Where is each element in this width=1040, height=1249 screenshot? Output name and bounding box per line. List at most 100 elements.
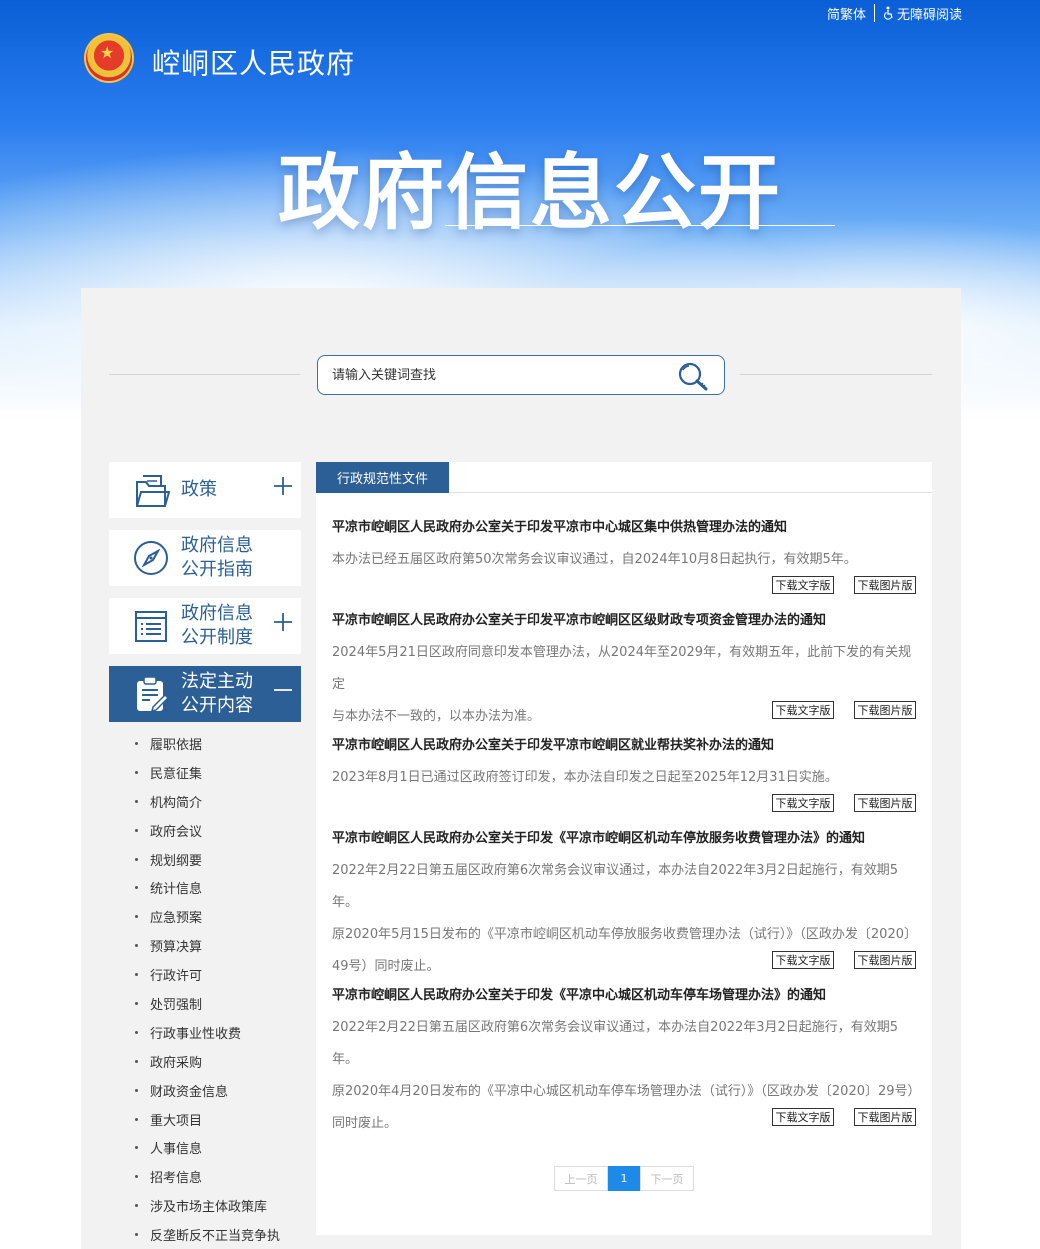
collapse-minus-icon[interactable] xyxy=(273,680,293,700)
sidebar-sub-item-label: 规划纲要 xyxy=(150,853,203,869)
sidebar-sub-item[interactable]: 重大项目 xyxy=(109,1105,301,1134)
download-text-button[interactable]: 下载文字版 xyxy=(772,701,834,719)
sidebar-item-label: 政府信息 公开制度 xyxy=(181,602,253,650)
sidebar-item-label-line: 政府信息 xyxy=(181,535,253,556)
download-text-button[interactable]: 下载文字版 xyxy=(772,951,834,969)
article-item: 平凉市崆峒区人民政府办公室关于印发《平凉中心城区机动车停车场管理办法》的通知 20… xyxy=(332,986,921,1140)
search-bar xyxy=(317,355,725,395)
search-divider-left xyxy=(109,374,300,375)
sidebar-sub-item[interactable]: 招考信息 xyxy=(109,1162,301,1191)
article-title-link[interactable]: 平凉市崆峒区人民政府办公室关于印发平凉市崆峒区就业帮扶奖补办法的通知 xyxy=(332,736,916,756)
sidebar-item-label-line: 法定主动 xyxy=(181,671,253,692)
sidebar-item-label-line: 公开制度 xyxy=(181,627,253,648)
sidebar-sub-item[interactable]: 行政事业性收费 xyxy=(109,1018,301,1047)
sidebar-sub-item-label: 履职依据 xyxy=(150,737,203,753)
download-text-button[interactable]: 下载文字版 xyxy=(772,1108,834,1126)
sidebar-item-statutory-content[interactable]: 法定主动 公开内容 xyxy=(109,666,301,722)
sidebar-sub-item[interactable]: 政府采购 xyxy=(109,1047,301,1076)
language-toggle-link[interactable]: 简繁体 xyxy=(827,4,866,23)
sidebar-sub-item-label: 涉及市场主体政策库 xyxy=(150,1200,268,1216)
download-image-button[interactable]: 下载图片版 xyxy=(854,701,916,719)
download-text-button[interactable]: 下载文字版 xyxy=(772,794,834,812)
download-image-button[interactable]: 下载图片版 xyxy=(854,1108,916,1126)
sidebar-sub-item[interactable]: 财政资金信息 xyxy=(109,1076,301,1105)
sidebar-item-label: 政策 xyxy=(181,479,217,500)
sidebar-sub-item-label: 政府采购 xyxy=(150,1055,203,1071)
download-image-button[interactable]: 下载图片版 xyxy=(854,794,916,812)
sidebar-sub-item[interactable]: 处罚强制 xyxy=(109,989,301,1018)
sidebar-sub-item[interactable]: 行政许可 xyxy=(109,960,301,989)
sidebar-sub-item[interactable]: 反垄断反不正当竞争执 xyxy=(109,1220,301,1249)
sidebar-item-system[interactable]: 政府信息 公开制度 xyxy=(109,598,301,654)
accessibility-link[interactable]: 无障碍阅读 xyxy=(883,4,962,23)
folder-document-icon xyxy=(136,475,171,507)
prev-page-button[interactable]: 上一页 xyxy=(554,1166,608,1191)
sidebar-sub-item[interactable]: 应急预案 xyxy=(109,902,301,931)
bullet-dot xyxy=(135,1001,138,1005)
sidebar-sub-item[interactable]: 统计信息 xyxy=(109,873,301,902)
article-description-line: 2023年8月1日已通过区政府签订印发，本办法自印发之日起至2025年12月31… xyxy=(332,770,838,785)
sidebar-sub-item[interactable]: 政府会议 xyxy=(109,816,301,845)
bullet-dot xyxy=(135,857,138,861)
search-input[interactable] xyxy=(332,367,652,383)
sidebar-sub-item-label: 预算决算 xyxy=(150,940,203,956)
article-description-line: 本办法已经五届区政府第50次常务会议审议通过，自2024年10月8日起执行，有效… xyxy=(332,552,857,567)
sidebar-item-policy[interactable]: 政策 xyxy=(109,462,301,518)
sidebar-sub-item[interactable]: 涉及市场主体政策库 xyxy=(109,1191,301,1220)
sidebar-sub-item-label: 重大项目 xyxy=(150,1113,203,1129)
sidebar-sub-item[interactable]: 民意征集 xyxy=(109,758,301,787)
download-buttons: 下载文字版 下载图片版 xyxy=(772,951,916,969)
national-emblem-icon: ★ xyxy=(84,33,134,83)
expand-plus-icon[interactable] xyxy=(273,476,293,496)
tab-normative-documents[interactable]: 行政规范性文件 xyxy=(316,462,449,493)
bullet-dot xyxy=(135,886,138,890)
sidebar-sub-list: 履职依据民意征集机构简介政府会议规划纲要统计信息应急预案预算决算行政许可处罚强制… xyxy=(109,729,301,1249)
bullet-dot xyxy=(135,1117,138,1121)
article-item: 平凉市崆峒区人民政府办公室关于印发平凉市中心城区集中供热管理办法的通知本办法已经… xyxy=(332,518,916,594)
article-title-link[interactable]: 平凉市崆峒区人民政府办公室关于印发平凉市中心城区集中供热管理办法的通知 xyxy=(332,518,916,538)
next-page-button[interactable]: 下一页 xyxy=(640,1166,694,1191)
sidebar-item-label: 政府信息 公开指南 xyxy=(181,534,253,582)
article-title-link[interactable]: 平凉市崆峒区人民政府办公室关于印发平凉市崆峒区区级财政专项资金管理办法的通知 xyxy=(332,611,916,631)
bullet-dot xyxy=(135,1175,138,1179)
expand-plus-icon[interactable] xyxy=(273,612,293,632)
accessibility-icon xyxy=(883,6,893,20)
bullet-dot xyxy=(135,973,138,977)
article-description-line: 原2020年5月15日发布的《平凉市崆峒区机动车停放服务收费管理办法（试行）》（… xyxy=(332,927,917,942)
download-buttons: 下载文字版 下载图片版 xyxy=(772,794,916,812)
sidebar-sub-item-label: 统计信息 xyxy=(150,882,203,898)
sidebar-sub-item-label: 机构简介 xyxy=(150,795,203,811)
sidebar-sub-item-label: 行政许可 xyxy=(150,969,203,985)
sidebar-sub-item-label: 行政事业性收费 xyxy=(150,1026,242,1042)
sidebar-sub-item[interactable]: 预算决算 xyxy=(109,931,301,960)
article-title-link[interactable]: 平凉市崆峒区人民政府办公室关于印发《平凉市崆峒区机动车停放服务收费管理办法》的通… xyxy=(332,829,916,849)
download-image-button[interactable]: 下载图片版 xyxy=(854,951,916,969)
sidebar-sub-item-label: 应急预案 xyxy=(150,911,203,927)
accessibility-label: 无障碍阅读 xyxy=(896,7,962,23)
sidebar-sub-item[interactable]: 人事信息 xyxy=(109,1133,301,1162)
article-title-link[interactable]: 平凉市崆峒区人民政府办公室关于印发《平凉中心城区机动车停车场管理办法》的通知 xyxy=(332,986,916,1006)
page-number-button[interactable]: 1 xyxy=(608,1166,640,1191)
sidebar-item-label-line: 公开内容 xyxy=(181,695,253,716)
search-icon[interactable] xyxy=(676,360,710,392)
download-text-button[interactable]: 下载文字版 xyxy=(772,576,834,594)
bullet-dot xyxy=(135,799,138,803)
pagination: 上一页 1 下一页 xyxy=(554,1166,694,1191)
search-divider-right xyxy=(740,374,932,375)
bullet-dot xyxy=(135,1233,138,1237)
bullet-dot xyxy=(135,828,138,832)
topbar-divider xyxy=(873,4,875,22)
sidebar-sub-item[interactable]: 履职依据 xyxy=(109,729,301,758)
sidebar-sub-item[interactable]: 机构简介 xyxy=(109,787,301,816)
bullet-dot xyxy=(135,1059,138,1063)
bullet-dot xyxy=(135,1030,138,1034)
sidebar-item-label: 法定主动 公开内容 xyxy=(181,670,253,718)
sidebar-sub-item-label: 民意征集 xyxy=(150,766,203,782)
sidebar-sub-item[interactable]: 规划纲要 xyxy=(109,845,301,874)
bullet-dot xyxy=(135,915,138,919)
sidebar-item-guide[interactable]: 政府信息 公开指南 xyxy=(109,530,301,586)
top-utility-bar: 简繁体 无障碍阅读 xyxy=(827,3,962,23)
site-title[interactable]: 崆峒区人民政府 xyxy=(152,42,355,82)
download-image-button[interactable]: 下载图片版 xyxy=(854,576,916,594)
sidebar-sub-item-label: 招考信息 xyxy=(150,1171,203,1187)
